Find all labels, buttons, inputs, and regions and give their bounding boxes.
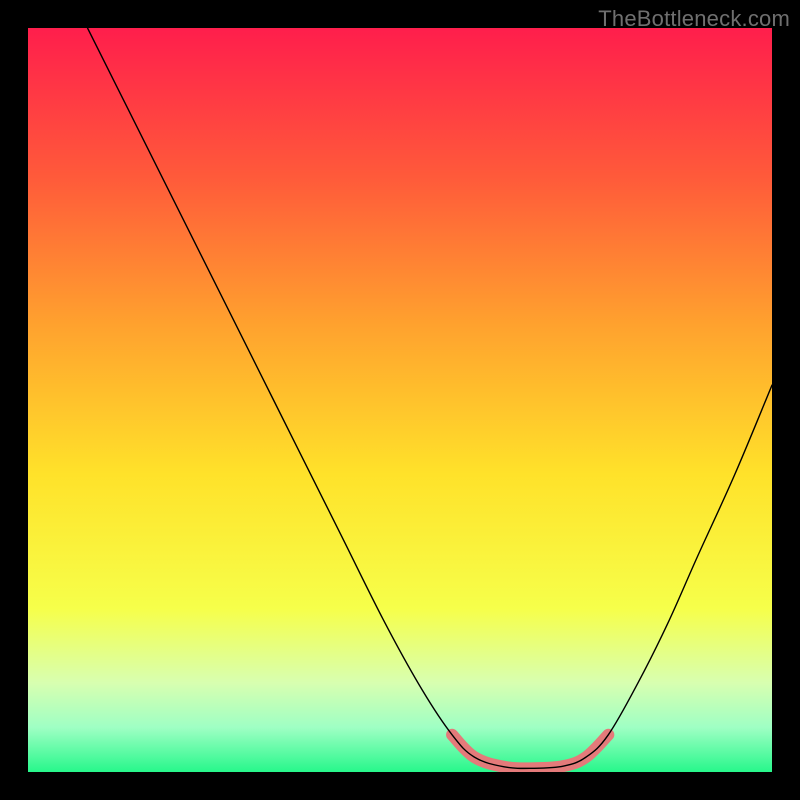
chart-svg (28, 28, 772, 772)
plot-area (28, 28, 772, 772)
chart-stage: TheBottleneck.com (0, 0, 800, 800)
gradient-background (28, 28, 772, 772)
